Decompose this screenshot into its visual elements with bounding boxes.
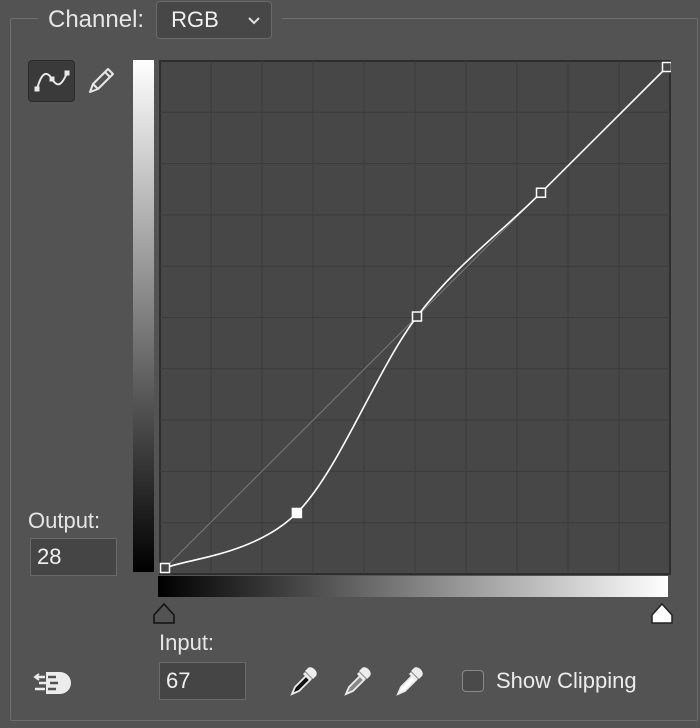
channel-select-value: RGB (171, 7, 219, 32)
curve-point-icon (34, 70, 69, 92)
channel-row: Channel: RGB (38, 0, 283, 40)
auto-adjust-icon[interactable] (32, 666, 74, 700)
output-field[interactable]: 28 (30, 538, 117, 576)
curve-point[interactable] (661, 61, 672, 73)
curve-point[interactable] (159, 562, 171, 574)
curve-point-selected[interactable] (291, 507, 303, 519)
curve-point[interactable] (535, 187, 547, 198)
show-clipping-label: Show Clipping (496, 668, 637, 693)
channel-label: Channel: (48, 6, 145, 33)
black-point-eyedropper-icon[interactable] (286, 664, 322, 700)
white-point-eyedropper-icon[interactable] (392, 664, 428, 700)
curve-point-tool-button[interactable] (28, 60, 75, 102)
output-label: Output: (28, 508, 101, 533)
channel-select[interactable]: RGB (156, 1, 273, 39)
curve-point[interactable] (411, 311, 423, 322)
pencil-icon (89, 68, 114, 93)
show-clipping-checkbox[interactable] (462, 670, 484, 692)
pencil-tool-button[interactable] (82, 60, 120, 102)
curve-graph[interactable] (159, 60, 671, 575)
input-label: Input: (159, 630, 215, 655)
gray-point-eyedropper-icon[interactable] (340, 664, 376, 700)
show-clipping-control[interactable]: Show Clipping (462, 668, 637, 694)
white-point-slider[interactable] (649, 600, 675, 626)
chevron-down-icon (248, 17, 260, 25)
output-gradient-bar (133, 60, 154, 572)
input-gradient-bar (158, 576, 668, 597)
input-field[interactable]: 67 (159, 662, 246, 700)
black-point-slider[interactable] (151, 600, 177, 626)
